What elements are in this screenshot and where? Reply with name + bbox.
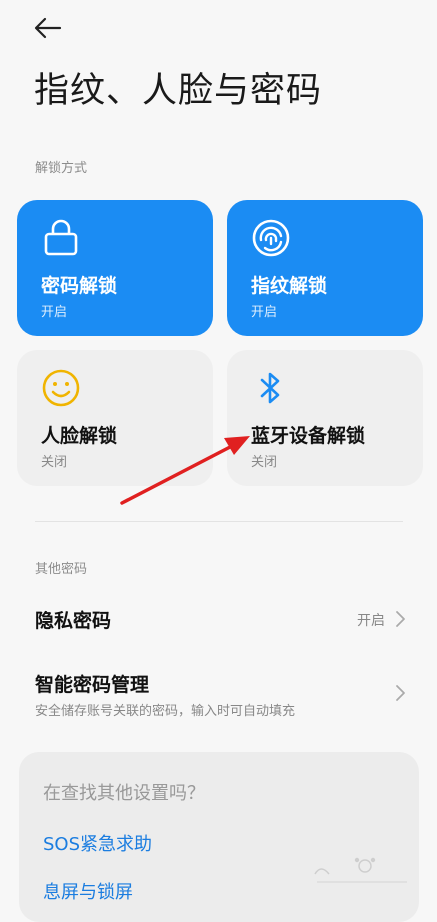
row-value: 开启 — [357, 613, 385, 629]
back-button[interactable] — [30, 10, 66, 46]
row-privacy-password[interactable]: 隐私密码 开启 — [0, 594, 437, 644]
bluetooth-icon — [260, 372, 280, 404]
row-smart-password[interactable]: 智能密码管理 安全储存账号关联的密码，输入时可自动填充 — [0, 660, 437, 726]
card-password-unlock[interactable]: 密码解锁 开启 — [17, 200, 213, 336]
divider — [35, 521, 403, 522]
fingerprint-icon — [252, 219, 290, 257]
row-label: 智能密码管理 — [35, 674, 150, 696]
lock-icon — [44, 219, 78, 256]
card-state: 关闭 — [41, 455, 68, 470]
link-screen-lock[interactable]: 息屏与锁屏 — [43, 878, 133, 904]
section-label-other: 其他密码 — [35, 562, 88, 577]
card-bluetooth-unlock[interactable]: 蓝牙设备解锁 关闭 — [227, 350, 423, 486]
card-name: 指纹解锁 — [251, 275, 328, 297]
card-state: 关闭 — [251, 455, 278, 470]
search-suggestions: 在查找其他设置吗？ SOS紧急求助 息屏与锁屏 — [19, 752, 419, 922]
row-label: 隐私密码 — [35, 610, 112, 632]
suggest-question: 在查找其他设置吗？ — [43, 783, 205, 804]
card-state: 开启 — [41, 305, 68, 320]
section-label-unlock: 解锁方式 — [35, 161, 88, 176]
card-name: 人脸解锁 — [41, 425, 118, 447]
watermark-logo — [314, 857, 407, 883]
card-name: 密码解锁 — [41, 275, 118, 297]
arrow-left-icon — [34, 17, 62, 39]
row-subtitle: 安全储存账号关联的密码，输入时可自动填充 — [35, 704, 296, 719]
card-state: 开启 — [251, 305, 278, 320]
card-face-unlock[interactable]: 人脸解锁 关闭 — [17, 350, 213, 486]
link-sos[interactable]: SOS紧急求助 — [43, 830, 152, 856]
card-name: 蓝牙设备解锁 — [251, 425, 366, 447]
chevron-right-icon — [396, 685, 405, 701]
smiley-face-icon — [42, 369, 80, 407]
chevron-right-icon — [396, 611, 405, 627]
card-fingerprint-unlock[interactable]: 指纹解锁 开启 — [227, 200, 423, 336]
page-title: 指纹、人脸与密码 — [34, 71, 323, 111]
